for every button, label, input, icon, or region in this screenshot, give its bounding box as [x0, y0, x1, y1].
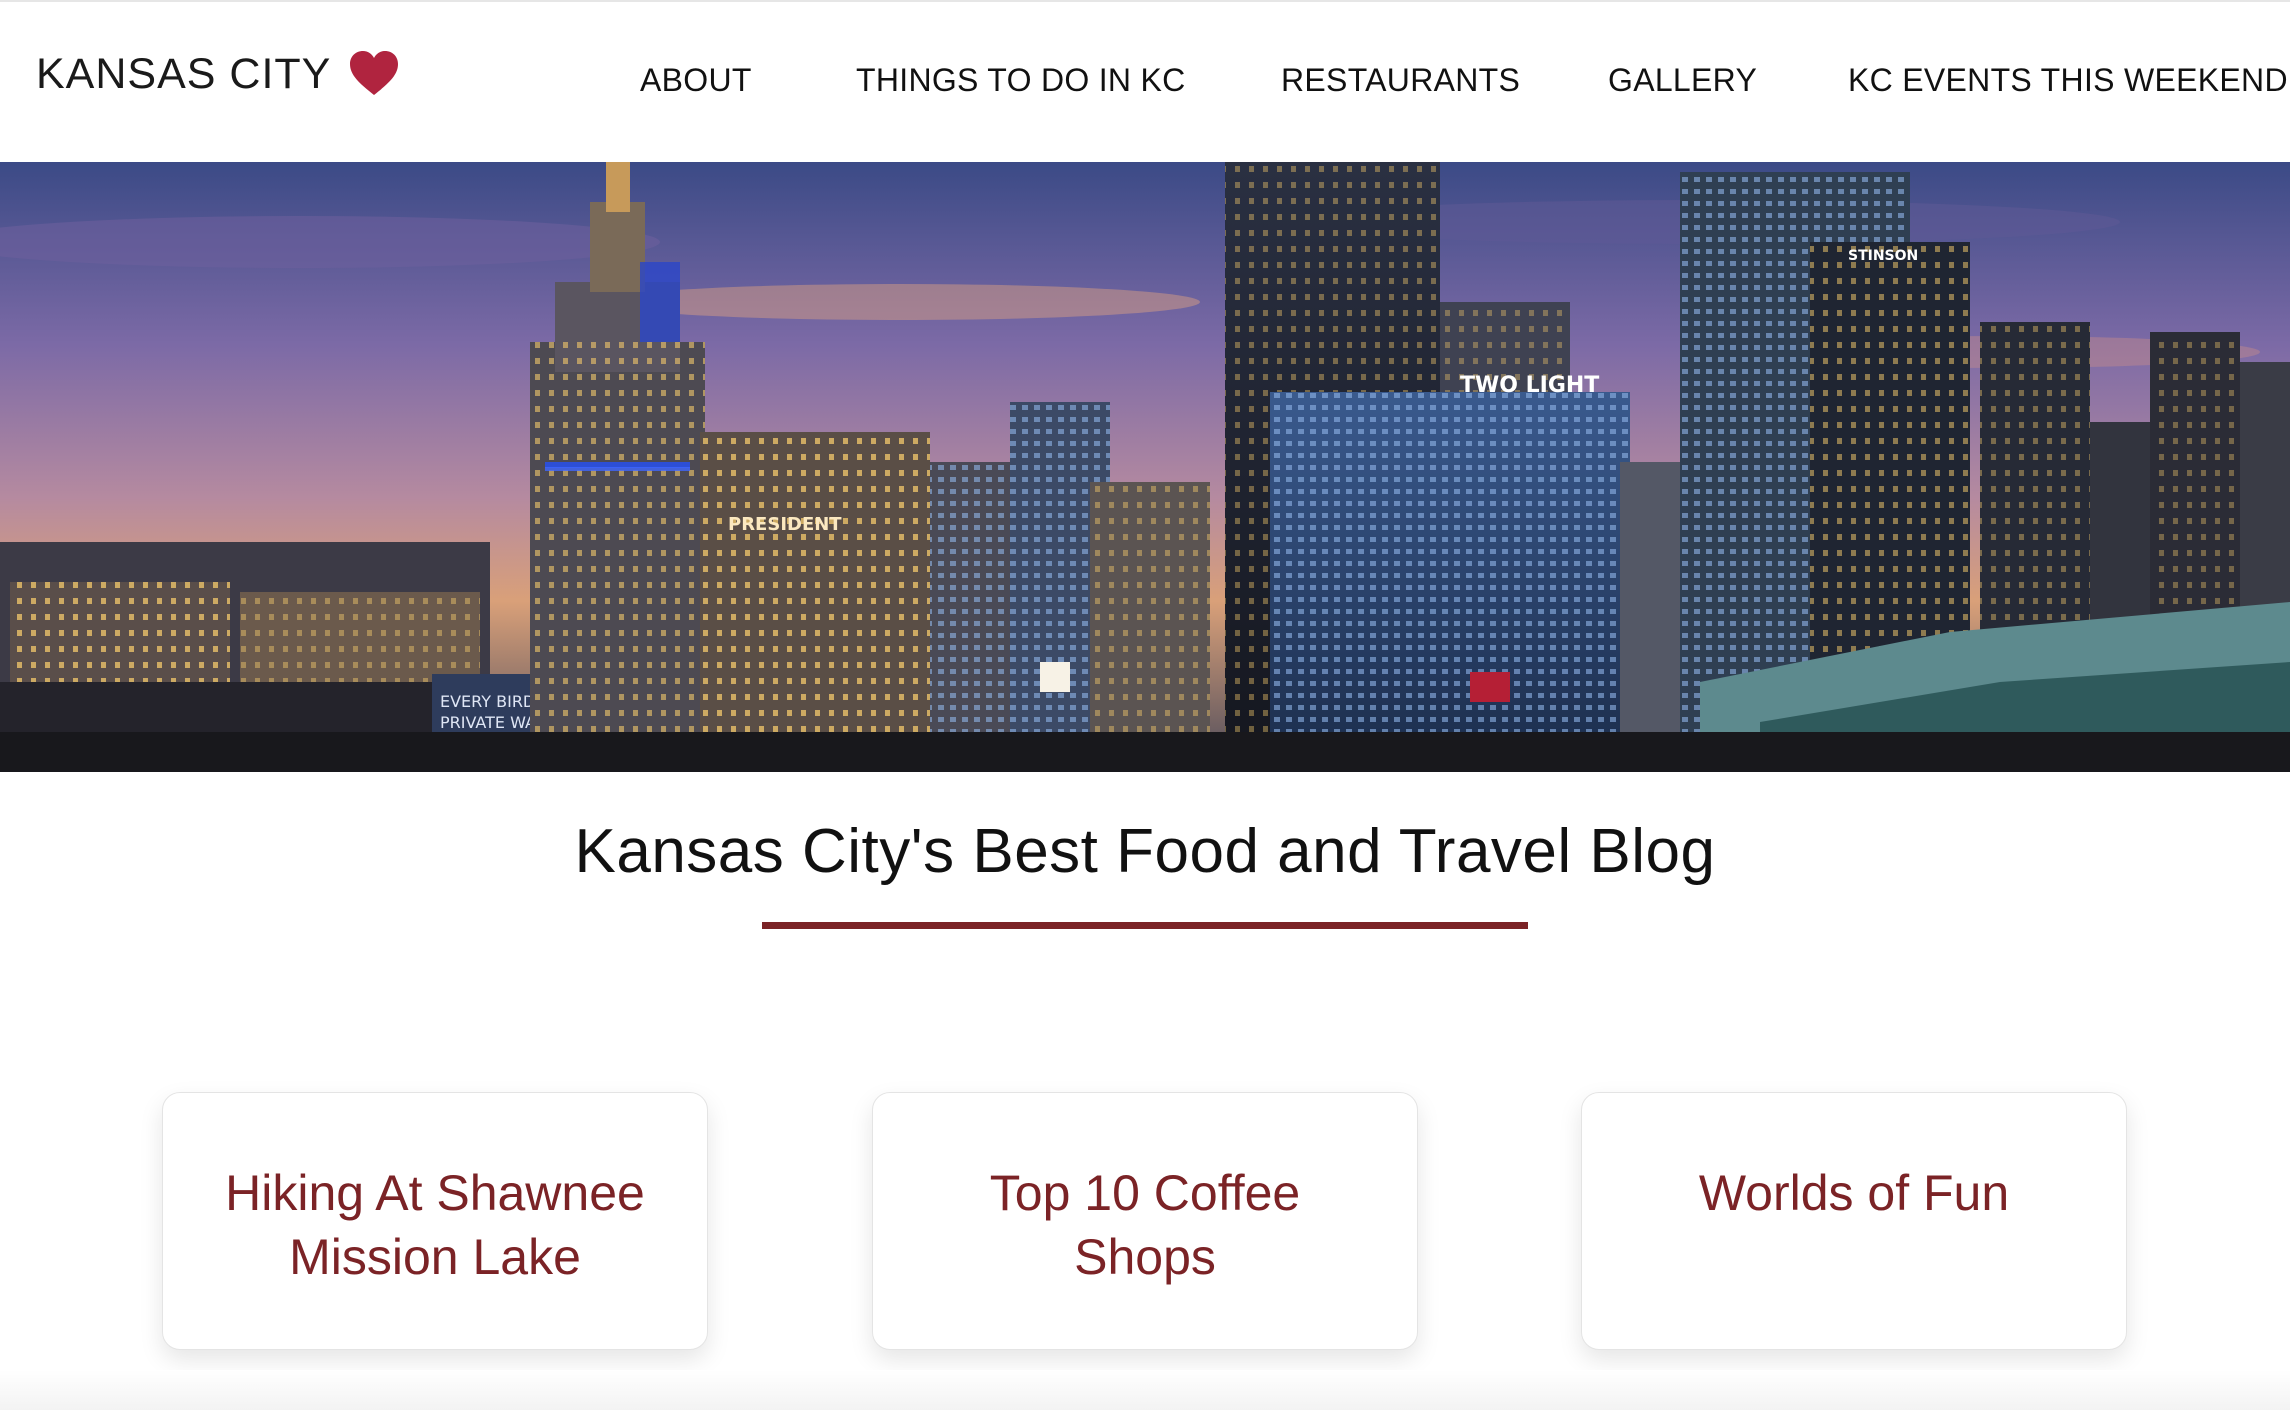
- sign-two-light: TWO LIGHT: [1460, 373, 1599, 398]
- card-worlds-of-fun[interactable]: Worlds of Fun: [1581, 1092, 2127, 1350]
- main-nav: ABOUT THINGS TO DO IN KC RESTAURANTS GAL…: [0, 62, 2290, 106]
- card-title[interactable]: Hiking At Shawnee Mission Lake: [163, 1161, 707, 1289]
- hero-skyline-image: EVERY BIRD THAT PRIVATE WAREHO PRESIDENT…: [0, 162, 2290, 772]
- card-title[interactable]: Worlds of Fun: [1582, 1161, 2126, 1225]
- site-header: KANSAS CITY ABOUT THINGS TO DO IN KC RES…: [0, 2, 2290, 162]
- sign-president: PRESIDENT: [728, 514, 842, 535]
- sign-stinson: STINSON: [1848, 248, 1918, 264]
- page-bottom-edge: [0, 1370, 2290, 1410]
- nav-things-to-do[interactable]: THINGS TO DO IN KC: [856, 62, 1186, 99]
- page-title: Kansas City's Best Food and Travel Blog: [574, 817, 1716, 886]
- nav-about[interactable]: ABOUT: [640, 62, 752, 99]
- nav-restaurants[interactable]: RESTAURANTS: [1281, 62, 1520, 99]
- nav-gallery[interactable]: GALLERY: [1608, 62, 1757, 99]
- title-underline: [762, 922, 1528, 929]
- card-coffee-shops[interactable]: Top 10 Coffee Shops: [872, 1092, 1418, 1350]
- card-title[interactable]: Top 10 Coffee Shops: [873, 1161, 1417, 1289]
- card-hiking-shawnee[interactable]: Hiking At Shawnee Mission Lake: [162, 1092, 708, 1350]
- nav-kc-events[interactable]: KC EVENTS THIS WEEKEND: [1848, 62, 2288, 99]
